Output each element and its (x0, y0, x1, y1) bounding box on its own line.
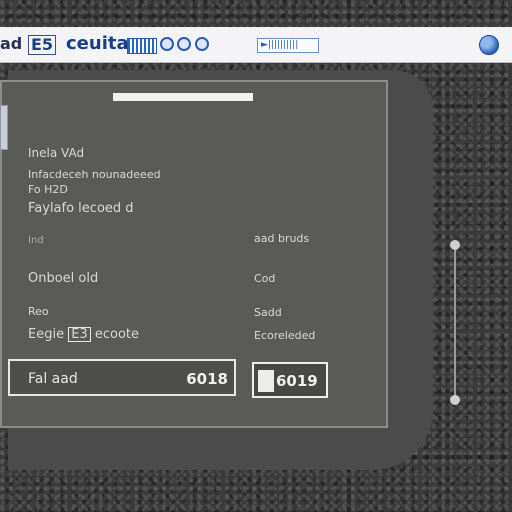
row-value: Ecoreleded (254, 329, 316, 342)
row-value: Sadd (254, 306, 282, 319)
circle-icon[interactable] (177, 37, 191, 51)
dialog-text-line: Faylafo lecoed d (28, 201, 134, 216)
toolbar-field[interactable]: ►|||||||||| (257, 38, 319, 53)
dialog-text-line: Infacdeceh nounadeeed (28, 168, 161, 181)
scroll-handle[interactable] (450, 395, 460, 405)
toolbar-first-label: ad (0, 34, 23, 53)
dialog-title: Inela VAd (28, 146, 85, 160)
circle-icon[interactable] (195, 37, 209, 51)
amount-input[interactable]: Fal aad 6018 (8, 359, 236, 396)
scroll-track[interactable] (454, 245, 456, 395)
toolbar-title: ceuita (66, 33, 129, 54)
row-label: Ind (28, 235, 44, 246)
row-value: aad bruds (254, 232, 310, 245)
row-badge: E3 (68, 327, 91, 342)
scroll-handle[interactable] (450, 240, 460, 250)
confirm-button[interactable]: 6019 (252, 362, 328, 398)
top-toolbar: ad E5 ceuita ►|||||||||| (0, 27, 512, 63)
row-value: Cod (254, 272, 276, 285)
circle-icon[interactable] (160, 37, 174, 51)
row-label: Reo (28, 305, 49, 318)
row-label: Onboel old (28, 271, 99, 286)
barcode-icon[interactable] (127, 38, 157, 54)
dialog-title-bar[interactable] (113, 93, 253, 101)
row-label: Eegie E3 ecoote (28, 327, 139, 342)
input-label: Fal aad (28, 371, 78, 387)
input-value[interactable]: 6018 (186, 370, 228, 388)
side-tab[interactable] (0, 105, 8, 150)
row-label-suffix: ecoote (94, 327, 140, 342)
document-icon (258, 370, 274, 392)
row-label-text: Eegie (28, 327, 65, 342)
globe-icon[interactable] (479, 35, 499, 55)
dialog-text-line: Fo H2D (28, 183, 68, 196)
toolbar-badge[interactable]: E5 (28, 35, 57, 55)
confirm-button-label: 6019 (276, 372, 318, 390)
